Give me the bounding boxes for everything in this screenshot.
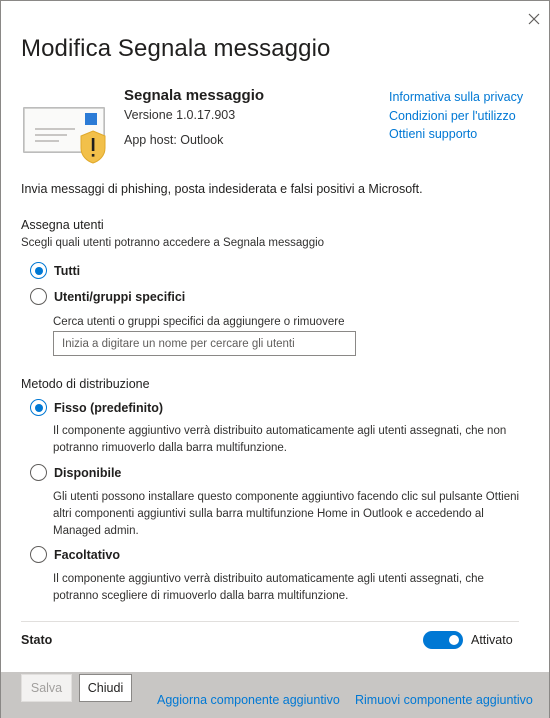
- terms-link[interactable]: Condizioni per l'utilizzo: [389, 107, 523, 126]
- radio-label: Utenti/gruppi specifici: [54, 289, 186, 304]
- edit-panel: Modifica Segnala messaggio Segnala messa…: [0, 0, 550, 718]
- envelope-warning-icon: [23, 98, 111, 168]
- remove-addin-link[interactable]: Rimuovi componente aggiuntivo: [355, 693, 533, 707]
- save-button[interactable]: Salva: [21, 674, 72, 702]
- radio-button[interactable]: [30, 288, 47, 305]
- update-addin-link[interactable]: Aggiorna componente aggiuntivo: [157, 693, 340, 707]
- radio-button[interactable]: [30, 464, 47, 481]
- toggle-knob: [449, 635, 459, 645]
- toggle-label: Attivato: [471, 633, 513, 647]
- divider: [21, 621, 519, 622]
- fixed-description: Il componente aggiuntivo verrà distribui…: [53, 425, 507, 454]
- support-link[interactable]: Ottieni supporto: [389, 125, 523, 144]
- radio-fixed[interactable]: Fisso (predefinito): [30, 399, 163, 416]
- radio-label: Tutti: [54, 263, 81, 278]
- addin-description: Invia messaggi di phishing, posta indesi…: [21, 182, 423, 196]
- radio-label: Facoltativo: [54, 547, 120, 562]
- search-hint: Cerca utenti o gruppi specifici da aggiu…: [53, 316, 345, 328]
- radio-button-checked[interactable]: [30, 262, 47, 279]
- assign-users-title: Assegna utenti: [21, 218, 104, 232]
- optional-description: Il componente aggiuntivo verrà distribui…: [53, 573, 484, 602]
- radio-button-checked[interactable]: [30, 399, 47, 416]
- radio-available[interactable]: Disponibile: [30, 464, 121, 481]
- radio-all-users[interactable]: Tutti: [30, 262, 80, 279]
- radio-button[interactable]: [30, 546, 47, 563]
- privacy-link[interactable]: Informativa sulla privacy: [389, 88, 523, 107]
- state-toggle[interactable]: [423, 631, 463, 649]
- radio-label: Fisso (predefinito): [54, 400, 164, 415]
- app-host: App host: Outlook: [124, 133, 224, 147]
- app-version: Versione 1.0.17.903: [124, 108, 236, 122]
- close-button[interactable]: Chiudi: [79, 674, 132, 702]
- state-label: Stato: [21, 633, 53, 647]
- panel-title: Modifica Segnala messaggio: [21, 35, 331, 62]
- user-search-input[interactable]: [53, 331, 356, 356]
- app-name: Segnala messaggio: [124, 87, 265, 104]
- available-description: Gli utenti possono installare questo com…: [53, 491, 520, 537]
- radio-optional[interactable]: Facoltativo: [30, 546, 120, 563]
- close-icon[interactable]: [525, 10, 543, 28]
- app-links: Informativa sulla privacy Condizioni per…: [389, 88, 523, 144]
- distribution-title: Metodo di distribuzione: [21, 377, 150, 391]
- assign-users-subtitle: Scegli quali utenti potranno accedere a …: [21, 237, 325, 249]
- radio-label: Disponibile: [54, 465, 122, 480]
- radio-specific-users[interactable]: Utenti/gruppi specifici: [30, 288, 185, 305]
